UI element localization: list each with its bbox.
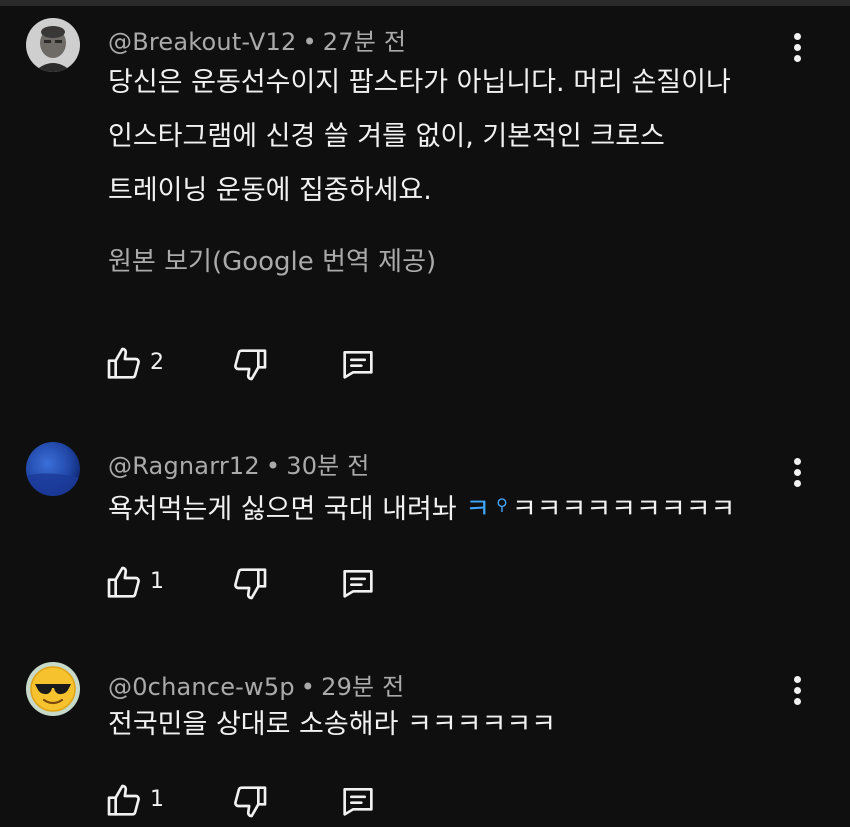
thumbs-down-icon — [234, 786, 267, 818]
more-vertical-icon[interactable] — [786, 455, 810, 491]
comment-meta: @Breakout-V12 • 27분 전 — [108, 22, 406, 57]
comment-time[interactable]: 29분 전 — [321, 673, 404, 701]
comment-text: 당신은 운동선수이지 팝스타가 아닙니다. 머리 손질이나 인스타그램에 신경 … — [108, 56, 731, 218]
like-count: 1 — [150, 787, 164, 812]
like-count: 2 — [150, 350, 164, 375]
separator-dot: • — [265, 452, 281, 480]
comment-meta: @0chance-w5p • 29분 전 — [108, 667, 404, 702]
reply-button[interactable] — [338, 781, 378, 821]
comment-meta: @Ragnarr12 • 30분 전 — [108, 446, 370, 481]
dislike-button[interactable] — [230, 344, 270, 384]
thumbs-down-icon — [234, 349, 267, 381]
comment-author[interactable]: @0chance-w5p — [108, 673, 295, 701]
comment-text-line: 당신은 운동선수이지 팝스타가 아닙니다. 머리 손질이나 — [108, 67, 731, 98]
like-button[interactable] — [104, 344, 144, 384]
reply-comment-icon — [343, 570, 373, 598]
dislike-button[interactable] — [230, 781, 270, 821]
thumbs-up-icon — [107, 566, 140, 598]
separator-dot: • — [302, 28, 317, 56]
more-vertical-icon[interactable] — [786, 673, 810, 709]
comment-text: 전국민을 상대로 소송해라 ㅋㅋㅋㅋㅋㅋ — [108, 709, 557, 740]
comment-time[interactable]: 30분 전 — [286, 452, 369, 480]
comment-author[interactable]: @Ragnarr12 — [108, 452, 260, 480]
comment-text-suffix: ㅋㅋㅋㅋㅋㅋㅋㅋㅋ — [511, 494, 736, 525]
comment-time[interactable]: 27분 전 — [323, 28, 406, 56]
thumbs-up-icon — [107, 347, 140, 379]
hashtag-text[interactable]: ㅋ — [465, 494, 490, 525]
hashtag-link[interactable]: ㅋ ⚲ — [465, 494, 512, 525]
reply-button[interactable] — [338, 344, 378, 384]
like-button[interactable] — [104, 781, 144, 821]
profile-photo-man-icon[interactable] — [26, 18, 80, 72]
sunglasses-emoji-icon[interactable] — [26, 662, 80, 716]
more-vertical-icon[interactable] — [786, 30, 810, 66]
comment-author[interactable]: @Breakout-V12 — [108, 28, 296, 56]
dislike-button[interactable] — [230, 563, 270, 603]
search-icon: ⚲ — [496, 495, 508, 514]
top-divider — [0, 0, 850, 6]
comment-text: 욕처먹는게 싫으면 국대 내려놔 ㅋ ⚲ ㅋㅋㅋㅋㅋㅋㅋㅋㅋ — [108, 478, 735, 537]
like-button[interactable] — [104, 563, 144, 603]
comment-text-line: 인스타그램에 신경 쓸 겨를 없이, 기본적인 크로스 — [108, 121, 665, 152]
blue-gradient-avatar-icon[interactable] — [26, 442, 80, 496]
comment-text-prefix: 욕처먹는게 싫으면 국대 내려놔 — [108, 494, 466, 525]
show-original-link[interactable]: 원본 보기(Google 번역 제공) — [108, 241, 436, 278]
thumbs-down-icon — [234, 568, 267, 600]
comment-text-line: 트레이닝 운동에 집중하세요. — [108, 175, 432, 206]
reply-comment-icon — [343, 788, 373, 816]
reply-button[interactable] — [338, 563, 378, 603]
like-count: 1 — [150, 569, 164, 594]
reply-comment-icon — [343, 351, 373, 379]
thumbs-up-icon — [107, 784, 140, 816]
separator-dot: • — [300, 673, 316, 701]
